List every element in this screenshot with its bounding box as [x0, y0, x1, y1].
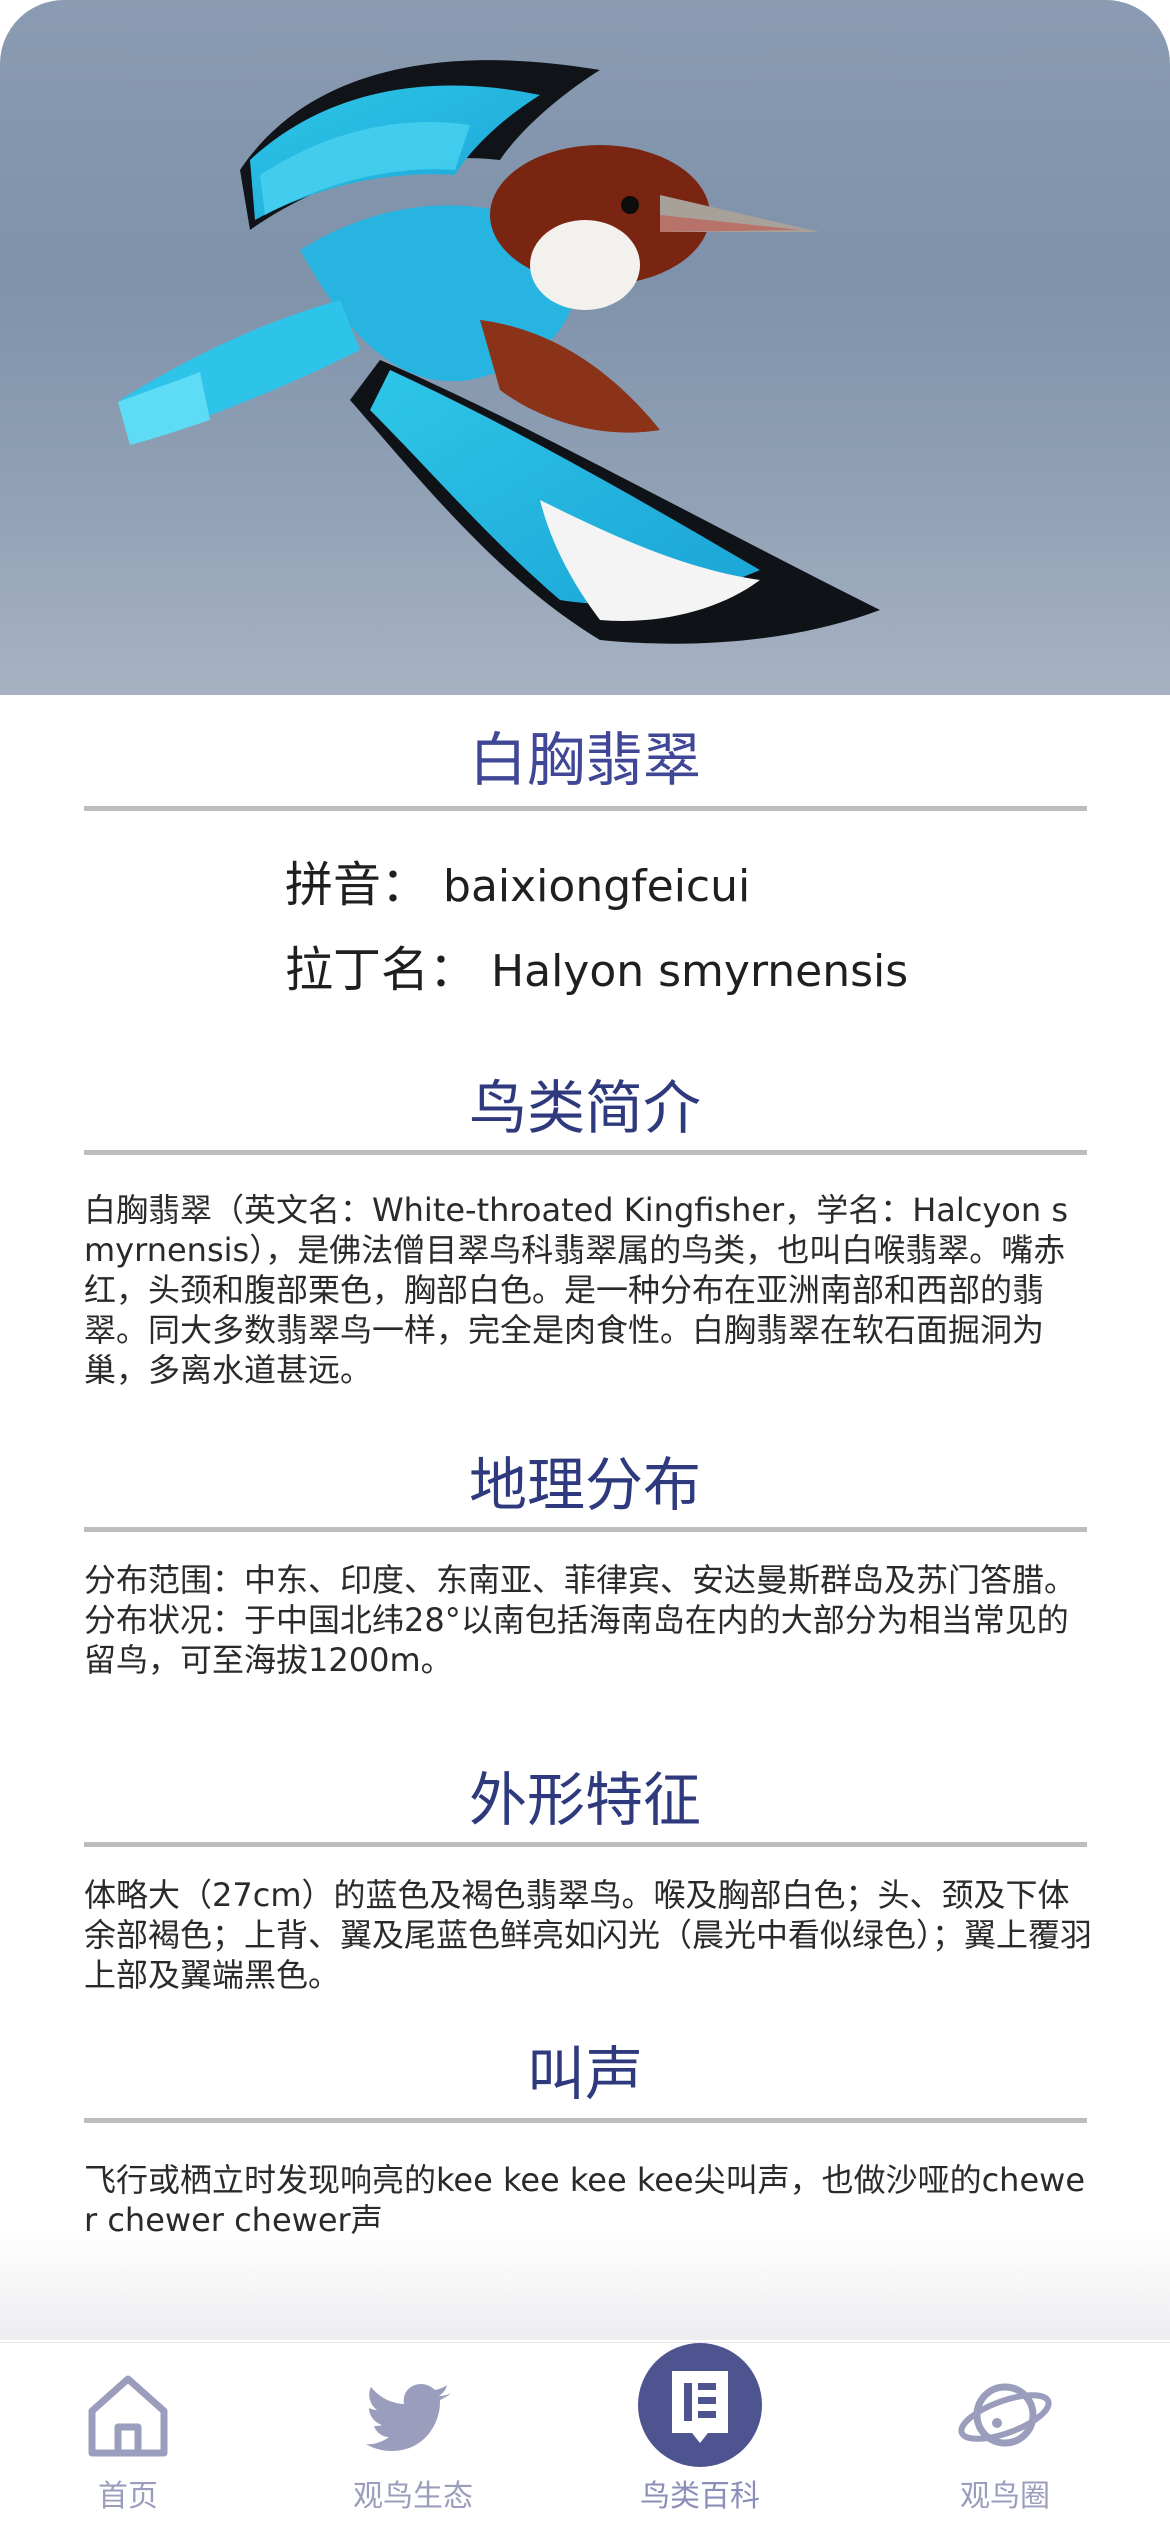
- latin-label: 拉丁名：: [285, 942, 478, 998]
- planet-icon: [958, 2383, 1052, 2447]
- appearance-text: 体略大（27cm）的蓝色及褐色翡翠鸟。喉及胸部白色；头、颈及下体余部褐色；上背、…: [84, 1876, 1093, 1994]
- tab-bird-ecology[interactable]: 观鸟生态: [293, 2343, 533, 2533]
- tab-home-label: 首页: [98, 2479, 158, 2514]
- distribution-text: 分布范围：中东、印度、东南亚、菲律宾、安达曼斯群岛及苏门答腊。分布状况：于中国北…: [84, 1561, 1077, 1679]
- tab-birding-circle[interactable]: 观鸟圈: [885, 2343, 1125, 2533]
- divider: [84, 1150, 1087, 1155]
- pinyin-value: baixiongfeicui: [443, 861, 751, 912]
- section-title-call: 叫声: [526, 2040, 643, 2108]
- tab-bird-encyclopedia-label: 鸟类百科: [640, 2479, 760, 2514]
- latin-name-row: 拉丁名： Halyon smyrnensis: [285, 940, 908, 1000]
- content-fade: [0, 2230, 1170, 2340]
- bird-name-title: 白胸翡翠: [468, 726, 701, 794]
- section-title-distribution: 地理分布: [468, 1451, 701, 1519]
- tab-birding-circle-label: 观鸟圈: [960, 2479, 1050, 2514]
- divider: [84, 2118, 1087, 2123]
- tab-home[interactable]: 首页: [8, 2343, 248, 2533]
- section-title-appearance: 外形特征: [468, 1766, 701, 1834]
- call-text: 飞行或栖立时发现响亮的kee kee kee kee尖叫声，也做沙哑的chewe…: [84, 2161, 1086, 2239]
- pinyin-label: 拼音：: [285, 857, 430, 913]
- bottom-tab-bar: 首页 观鸟生态 鸟类百科 观鸟圈: [0, 2342, 1170, 2533]
- tab-bird-ecology-label: 观鸟生态: [353, 2479, 473, 2514]
- latin-value: Halyon smyrnensis: [491, 946, 909, 997]
- section-title-intro: 鸟类简介: [468, 1074, 701, 1142]
- tab-bird-encyclopedia[interactable]: 鸟类百科: [580, 2343, 820, 2533]
- divider: [84, 1527, 1087, 1532]
- divider: [84, 1842, 1087, 1847]
- pinyin-row: 拼音： baixiongfeicui: [285, 855, 750, 915]
- divider: [84, 806, 1087, 811]
- home-icon: [88, 2375, 168, 2457]
- bird-photo: [0, 0, 1170, 695]
- intro-text: 白胸翡翠（英文名：White-throated Kingfisher，学名：Ha…: [84, 1191, 1069, 1389]
- book-icon: [672, 2371, 728, 2443]
- bird-icon: [366, 2384, 451, 2451]
- kingfisher-illustration: [118, 60, 880, 644]
